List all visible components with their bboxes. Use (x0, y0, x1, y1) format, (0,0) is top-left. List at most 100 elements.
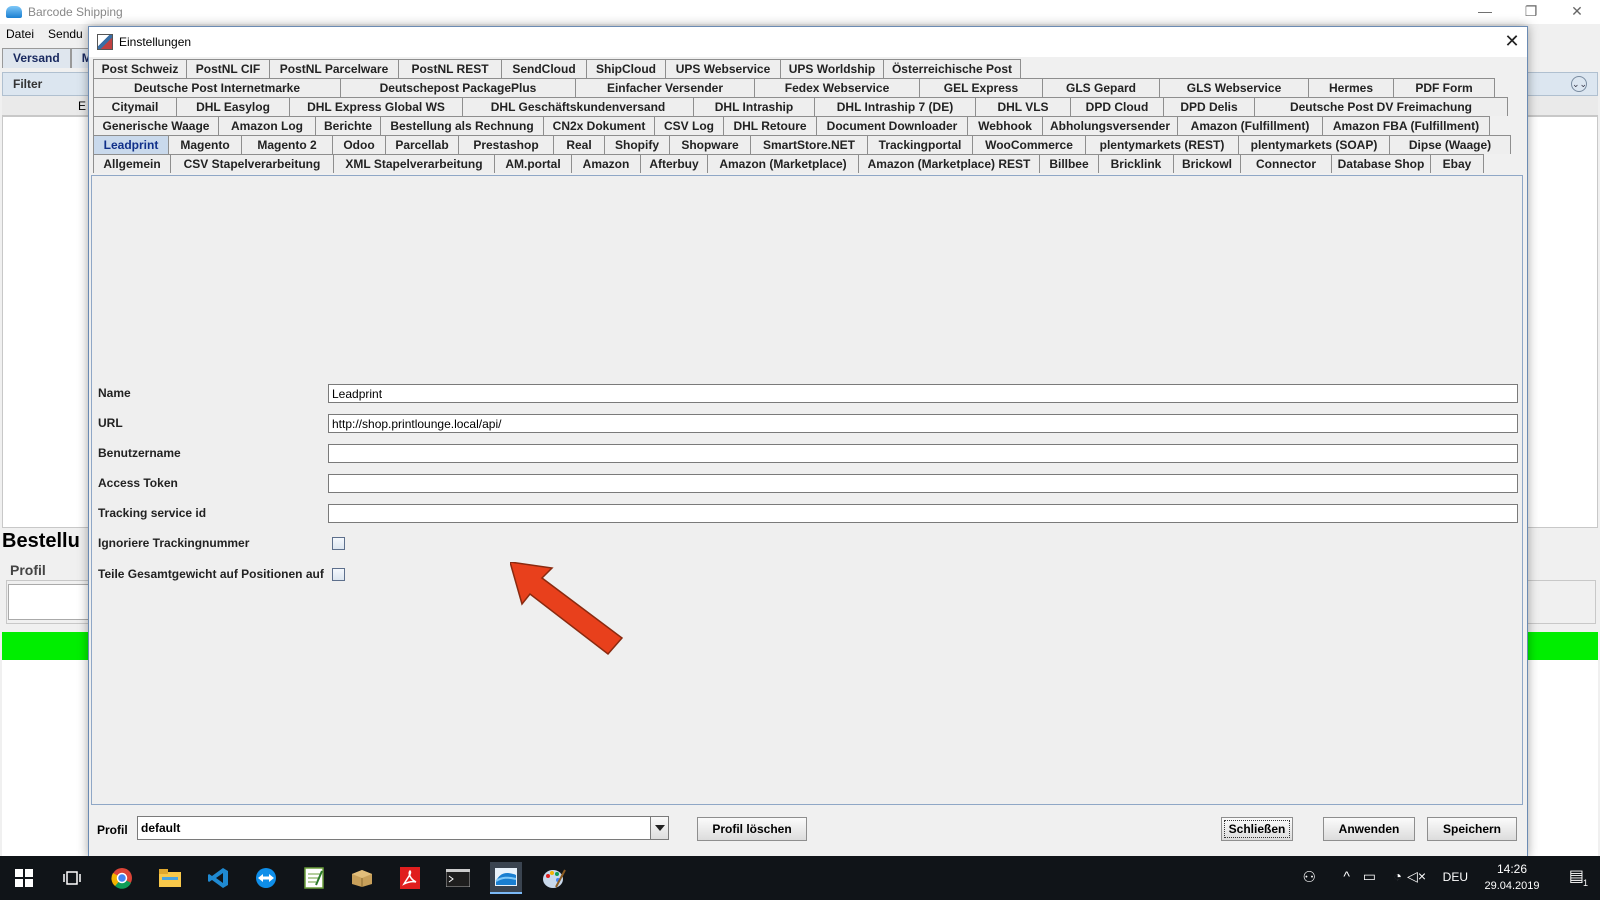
language-indicator[interactable]: DEU (1443, 870, 1468, 884)
chevron-down-icon[interactable] (650, 817, 668, 839)
tab-amazon-marketplace[interactable]: Amazon (Marketplace) (707, 154, 859, 173)
speaker-muted-icon[interactable]: ◁× (1407, 868, 1426, 885)
tab-real[interactable]: Real (553, 135, 605, 154)
close-icon[interactable]: ✕ (1554, 0, 1600, 24)
tab-dhl-vls[interactable]: DHL VLS (975, 97, 1071, 116)
clock-date[interactable]: 29.04.2019 (1480, 880, 1544, 892)
minimize-icon[interactable]: — (1462, 0, 1508, 24)
acrobat-icon[interactable] (394, 862, 426, 894)
tab-amazon[interactable]: Amazon (571, 154, 641, 173)
tab-amazon-fba-fulfillment[interactable]: Amazon FBA (Fulfillment) (1322, 116, 1490, 135)
tab-gls-gepard[interactable]: GLS Gepard (1042, 78, 1160, 97)
username-field[interactable] (328, 444, 1518, 463)
barcode-shipping-taskbar-icon[interactable] (490, 862, 522, 894)
tab-connector[interactable]: Connector (1240, 154, 1332, 173)
apply-button[interactable]: Anwenden (1323, 817, 1415, 841)
save-button[interactable]: Speichern (1427, 817, 1517, 841)
package-icon[interactable] (346, 862, 378, 894)
wifi-icon[interactable]: ◔ (1394, 868, 1402, 884)
tab-cn2x-dokument[interactable]: CN2x Dokument (543, 116, 655, 135)
tab-odoo[interactable]: Odoo (332, 135, 386, 154)
paint-icon[interactable] (538, 862, 570, 894)
windows-start-icon[interactable] (8, 862, 40, 894)
chevron-down-icon[interactable]: ⌄⌄ (1571, 76, 1587, 92)
tab-bricklink[interactable]: Bricklink (1098, 154, 1174, 173)
tab-fedex-webservice[interactable]: Fedex Webservice (754, 78, 920, 97)
split-weight-checkbox[interactable] (332, 568, 345, 581)
tab-deutsche-post-dv-freimachung[interactable]: Deutsche Post DV Freimachung (1254, 97, 1508, 116)
tab-am-portal[interactable]: AM.portal (494, 154, 572, 173)
tab-webhook[interactable]: Webhook (967, 116, 1043, 135)
tab-deutsche-post-internetmarke[interactable]: Deutsche Post Internetmarke (93, 78, 341, 97)
tab-shopify[interactable]: Shopify (604, 135, 670, 154)
tab-parcellab[interactable]: Parcellab (385, 135, 459, 154)
close-button[interactable]: Schließen (1221, 817, 1293, 841)
tab-smartstore-net[interactable]: SmartStore.NET (750, 135, 868, 154)
tab-einfacher-versender[interactable]: Einfacher Versender (575, 78, 755, 97)
tab-postnl-parcelware[interactable]: PostNL Parcelware (269, 59, 399, 78)
people-icon[interactable]: ⚇ (1303, 868, 1316, 886)
tab-dhl-easylog[interactable]: DHL Easylog (176, 97, 290, 116)
tab-post-schweiz[interactable]: Post Schweiz (93, 59, 187, 78)
restore-icon[interactable]: ❐ (1508, 0, 1554, 24)
tab-dpd-cloud[interactable]: DPD Cloud (1070, 97, 1164, 116)
tab-citymail[interactable]: Citymail (93, 97, 177, 116)
menu-sendungen[interactable]: Sendu (48, 27, 83, 41)
tab-leadprint[interactable]: Leadprint (93, 135, 169, 154)
chrome-icon[interactable] (106, 862, 138, 894)
tab-gls-webservice[interactable]: GLS Webservice (1159, 78, 1309, 97)
tab-shipcloud[interactable]: ShipCloud (586, 59, 666, 78)
tab-dhl-intraship-7-de[interactable]: DHL Intraship 7 (DE) (814, 97, 976, 116)
close-icon[interactable]: ✕ (1497, 27, 1527, 57)
teamviewer-icon[interactable] (250, 862, 282, 894)
vscode-icon[interactable] (202, 862, 234, 894)
tab-magento-2[interactable]: Magento 2 (241, 135, 333, 154)
tab-dhl-express-global-ws[interactable]: DHL Express Global WS (289, 97, 463, 116)
tab-csv-log[interactable]: CSV Log (654, 116, 724, 135)
tab-ups-webservice[interactable]: UPS Webservice (665, 59, 781, 78)
tab-dhl-retoure[interactable]: DHL Retoure (723, 116, 817, 135)
main-profile-input[interactable] (8, 584, 98, 620)
tab-gel-express[interactable]: GEL Express (919, 78, 1043, 97)
tab-magento[interactable]: Magento (168, 135, 242, 154)
tab-document-downloader[interactable]: Document Downloader (816, 116, 968, 135)
tab-ups-worldship[interactable]: UPS Worldship (780, 59, 884, 78)
tab-dipse-waage[interactable]: Dipse (Waage) (1389, 135, 1511, 154)
profile-select[interactable]: default (137, 816, 669, 840)
tab-prestashop[interactable]: Prestashop (458, 135, 554, 154)
tab-billbee[interactable]: Billbee (1039, 154, 1099, 173)
tab-ebay[interactable]: Ebay (1430, 154, 1484, 173)
tab-postnl-cif[interactable]: PostNL CIF (186, 59, 270, 78)
url-field[interactable] (328, 414, 1518, 433)
battery-icon[interactable]: ▭ (1363, 868, 1376, 885)
tab-versand[interactable]: Versand (2, 48, 71, 68)
tab-amazon-fulfillment[interactable]: Amazon (Fulfillment) (1177, 116, 1323, 135)
tab-pdf-form[interactable]: PDF Form (1393, 78, 1495, 97)
notepad-icon[interactable] (298, 862, 330, 894)
tab-abholungsversender[interactable]: Abholungsversender (1042, 116, 1178, 135)
tab-postnl-rest[interactable]: PostNL REST (398, 59, 502, 78)
tab-database-shop[interactable]: Database Shop (1331, 154, 1431, 173)
tab-dpd-delis[interactable]: DPD Delis (1163, 97, 1255, 116)
tab-sendcloud[interactable]: SendCloud (501, 59, 587, 78)
tab-woocommerce[interactable]: WooCommerce (972, 135, 1086, 154)
delete-profile-button[interactable]: Profil löschen (697, 817, 807, 841)
tab-csv-stapelverarbeitung[interactable]: CSV Stapelverarbeitung (170, 154, 334, 173)
tab-berichte[interactable]: Berichte (315, 116, 381, 135)
tab-amazon-marketplace-rest[interactable]: Amazon (Marketplace) REST (858, 154, 1040, 173)
access-token-field[interactable] (328, 474, 1518, 493)
tab-generische-waage[interactable]: Generische Waage (93, 116, 219, 135)
tab-allgemein[interactable]: Allgemein (93, 154, 171, 173)
name-field[interactable] (328, 384, 1518, 403)
tab-österreichische-post[interactable]: Österreichische Post (883, 59, 1021, 78)
terminal-icon[interactable] (442, 862, 474, 894)
tab-deutschepost-packageplus[interactable]: Deutschepost PackagePlus (340, 78, 576, 97)
tab-bestellung-als-rechnung[interactable]: Bestellung als Rechnung (380, 116, 544, 135)
tracking-service-id-field[interactable] (328, 504, 1518, 523)
tab-hermes[interactable]: Hermes (1308, 78, 1394, 97)
chevron-up-icon[interactable]: ^ (1343, 868, 1350, 884)
tab-shopware[interactable]: Shopware (669, 135, 751, 154)
tab-brickowl[interactable]: Brickowl (1173, 154, 1241, 173)
tab-plentymarkets-rest[interactable]: plentymarkets (REST) (1085, 135, 1239, 154)
ignore-tracking-checkbox[interactable] (332, 537, 345, 550)
